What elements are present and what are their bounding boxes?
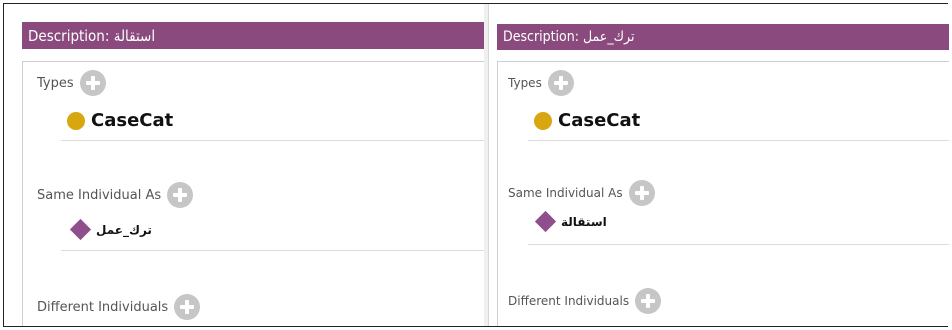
types-section-header: Types xyxy=(508,70,574,96)
add-type-icon[interactable] xyxy=(547,70,574,96)
same-individual-label: Same Individual As xyxy=(508,186,623,200)
type-entry[interactable]: CaseCat xyxy=(534,110,640,131)
divider-line xyxy=(61,250,484,251)
description-content: Types CaseCat Same Individual As ترك_عمل… xyxy=(22,61,484,326)
types-label: Types xyxy=(37,75,74,91)
divider-line xyxy=(61,140,484,141)
right-description-panel: Description: ترك_عمل Types CaseCat Same … xyxy=(488,4,949,326)
same-individual-section-header: Same Individual As xyxy=(508,180,655,206)
divider-line xyxy=(528,140,949,141)
different-individuals-section-header: Different Individuals xyxy=(508,288,662,314)
divider-line xyxy=(528,244,949,245)
type-entry[interactable]: CaseCat xyxy=(67,110,173,131)
types-label: Types xyxy=(508,76,542,90)
add-same-individual-icon[interactable] xyxy=(167,182,194,208)
class-icon xyxy=(534,111,552,130)
same-individual-section-header: Same Individual As xyxy=(37,182,194,208)
description-content: Types CaseCat Same Individual As استقالة… xyxy=(497,61,949,326)
different-individuals-label: Different Individuals xyxy=(508,294,630,308)
types-section-header: Types xyxy=(37,70,106,96)
panel-header-title: Description: ترك_عمل xyxy=(503,29,635,45)
add-type-icon[interactable] xyxy=(79,70,106,96)
same-individual-entry[interactable]: استقالة xyxy=(534,210,607,233)
app-frame: Description: استقالة Types CaseCat Same … xyxy=(3,3,949,327)
panel-header-title: Description: استقالة xyxy=(28,26,156,45)
same-individual-value: ترك_عمل xyxy=(96,222,152,237)
left-description-panel: Description: استقالة Types CaseCat Same … xyxy=(4,4,484,326)
add-same-individual-icon[interactable] xyxy=(628,180,655,206)
individual-icon xyxy=(69,218,92,241)
add-different-individual-icon[interactable] xyxy=(635,288,662,314)
different-individuals-label: Different Individuals xyxy=(37,299,169,315)
different-individuals-section-header: Different Individuals xyxy=(37,294,201,320)
same-individual-label: Same Individual As xyxy=(37,187,162,203)
type-class-label: CaseCat xyxy=(91,110,174,131)
add-different-individual-icon[interactable] xyxy=(174,294,201,320)
panel-header: Description: ترك_عمل xyxy=(497,24,949,50)
panel-header: Description: استقالة xyxy=(22,22,484,49)
same-individual-entry[interactable]: ترك_عمل xyxy=(69,218,152,241)
type-class-label: CaseCat xyxy=(558,110,641,131)
same-individual-value: استقالة xyxy=(561,214,607,229)
class-icon xyxy=(67,111,85,130)
individual-icon xyxy=(534,210,557,233)
